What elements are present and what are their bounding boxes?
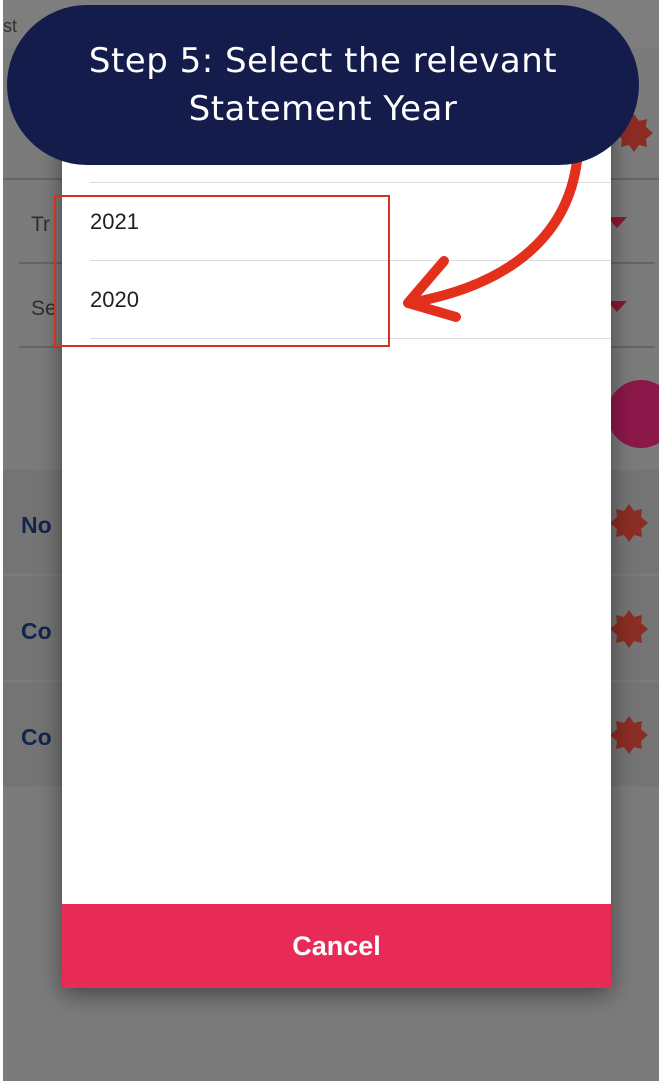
cancel-button[interactable]: Cancel [62,904,611,988]
background-section-label: No [21,512,52,538]
gear-icon [610,504,648,542]
background-section-label: Co [21,724,52,750]
highlight-box [54,195,390,347]
tutorial-step-banner: Step 5: Select the relevant Statement Ye… [7,5,639,165]
gear-icon [610,610,648,648]
background-top-fragment: st [3,16,18,36]
gear-icon [610,716,648,754]
background-section-label: Co [21,618,52,644]
background-row-label: Se [31,297,57,320]
tutorial-step-title: Step 5: Select the relevant [88,41,558,81]
background-action-button [607,380,659,448]
background-row-label: Tr [31,213,51,236]
curved-arrow-icon [403,146,583,322]
tutorial-step-subtitle: Statement Year [188,89,458,129]
